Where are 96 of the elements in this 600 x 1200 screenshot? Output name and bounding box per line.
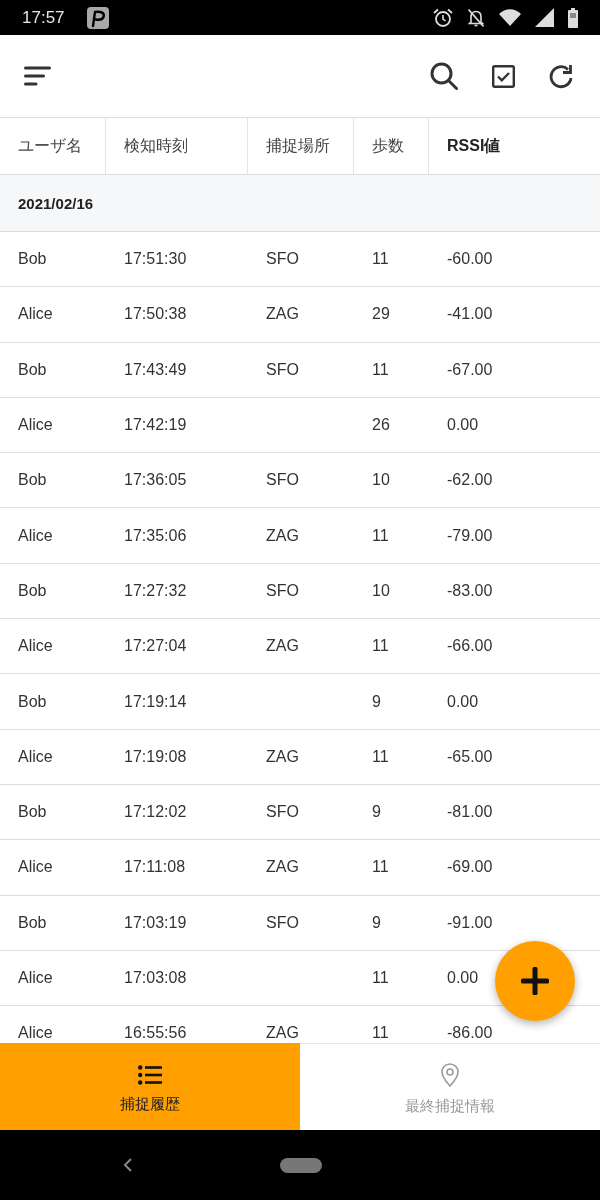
table-cell-text: Bob: [17, 581, 47, 600]
table-cell-text: 11: [371, 969, 389, 987]
table-cell-text: 17:27:04: [123, 637, 187, 656]
table-cell-text: ZAG: [265, 526, 299, 545]
table-cell-text: 0.00: [446, 969, 479, 987]
table-cell-text: 17:19:14: [123, 692, 187, 711]
table-cell-text: 11: [371, 1024, 389, 1043]
table-cell-text: Alice: [17, 1024, 53, 1043]
table-cell-text: 29: [371, 305, 390, 324]
table-cell-text: 0.00: [446, 416, 479, 435]
table-cell-text: Bob: [17, 803, 47, 822]
table-cell-text: ZAG: [265, 637, 299, 656]
table-cell-text: 11: [371, 637, 389, 656]
table-cell-text: ZAG: [265, 858, 299, 877]
table-cell-text: Alice: [17, 526, 53, 545]
app-notification-icon: [86, 6, 109, 29]
table-cell-text: 26: [371, 416, 390, 435]
table-cell-text: Bob: [17, 692, 47, 711]
table-cell-text: Bob: [17, 471, 47, 490]
table-cell-text: 11: [371, 250, 389, 269]
table-cell-text: Alice: [17, 305, 53, 324]
column-header[interactable]: 歩数: [354, 118, 429, 174]
location-pin-icon: [441, 1062, 459, 1087]
table-cell-text: -81.00: [446, 803, 493, 822]
table-cell-text: -66.00: [446, 637, 493, 656]
column-header[interactable]: RSSI値: [429, 118, 600, 174]
table-cell-text: -41.00: [446, 305, 493, 324]
menu-icon[interactable]: [24, 66, 51, 86]
table-cell-text: 17:50:38: [123, 305, 187, 324]
table-cell-text: 17:35:06: [123, 526, 187, 545]
table-cell-text: 16:55:56: [123, 1024, 187, 1043]
status-time: 17:57: [22, 7, 65, 28]
table-cell-text: ZAG: [265, 305, 299, 324]
refresh-icon[interactable]: [549, 63, 575, 89]
table-cell-text: Bob: [17, 250, 47, 269]
list-icon: [138, 1064, 162, 1085]
date-section-header: 2021/02/16: [0, 175, 600, 232]
table-cell-text: -67.00: [446, 360, 493, 379]
table-cell-text: Bob: [17, 360, 47, 379]
bell-off-icon: [467, 7, 485, 28]
table-cell-text: 11: [371, 858, 389, 877]
back-icon[interactable]: [122, 1157, 134, 1173]
table-cell-text: 9: [371, 913, 381, 932]
table-cell-text: SFO: [265, 250, 299, 269]
table-cell-text: 17:36:05: [123, 471, 187, 490]
plus-icon: [521, 967, 549, 995]
table-cell-text: 17:03:19: [123, 913, 187, 932]
table-cell-text: SFO: [265, 803, 299, 822]
table-cell-text: 17:51:30: [123, 250, 187, 269]
bottom-nav-tab[interactable]: 捕捉履歴: [0, 1043, 300, 1130]
table-cell-text: 17:19:08: [123, 747, 187, 766]
table-cell-text: Alice: [17, 637, 53, 656]
table-cell-text: 17:12:02: [123, 803, 187, 822]
table-cell-text: Alice: [17, 416, 53, 435]
table-cell-text: -83.00: [446, 581, 493, 600]
signal-icon: [535, 8, 554, 27]
table-cell-text: 9: [371, 803, 381, 822]
table-cell-text: -91.00: [446, 913, 493, 932]
table-cell-text: Bob: [17, 913, 47, 932]
table-cell-text: ZAG: [265, 1024, 299, 1043]
table-cell-text: 11: [371, 360, 389, 379]
table-cell-text: -65.00: [446, 747, 493, 766]
column-header[interactable]: 捕捉場所: [248, 118, 354, 174]
table-cell-text: SFO: [265, 581, 299, 600]
table-cell-text: -86.00: [446, 1024, 493, 1043]
battery-icon: [568, 7, 578, 28]
table-cell-text: 10: [371, 471, 390, 490]
table-cell-text: Alice: [17, 747, 53, 766]
add-button[interactable]: [495, 941, 575, 1021]
home-pill-icon[interactable]: [280, 1157, 322, 1173]
table-cell-text: 9: [371, 692, 381, 711]
table-cell-text: 17:27:32: [123, 581, 187, 600]
table-cell-text: -79.00: [446, 526, 493, 545]
table-cell-text: 17:03:08: [123, 969, 187, 987]
table-cell-text: Alice: [17, 969, 53, 987]
checkbox-icon[interactable]: [492, 64, 515, 88]
column-header[interactable]: 検知時刻: [106, 118, 248, 174]
table-cell-text: ZAG: [265, 747, 299, 766]
table-cell-text: -69.00: [446, 858, 493, 877]
table-cell-text: -60.00: [446, 250, 493, 269]
table-cell-text: 10: [371, 581, 390, 600]
table-cell-text: 17:42:19: [123, 416, 187, 435]
table-cell-text: SFO: [265, 471, 299, 490]
alarm-icon: [433, 7, 453, 28]
table-cell-text: Alice: [17, 858, 53, 877]
column-header[interactable]: ユーザ名: [0, 118, 106, 174]
table-cell-text: 17:43:49: [123, 360, 187, 379]
table-cell-text: -62.00: [446, 471, 493, 490]
wifi-icon: [499, 9, 521, 26]
table-cell-text: 11: [371, 526, 389, 545]
search-icon[interactable]: [430, 62, 458, 90]
table-cell-text: 11: [371, 747, 389, 766]
table-cell-text: SFO: [265, 913, 299, 932]
table-cell-text: 0.00: [446, 692, 479, 711]
table-cell-text: SFO: [265, 360, 299, 379]
table-cell-text: 17:11:08: [123, 858, 186, 877]
